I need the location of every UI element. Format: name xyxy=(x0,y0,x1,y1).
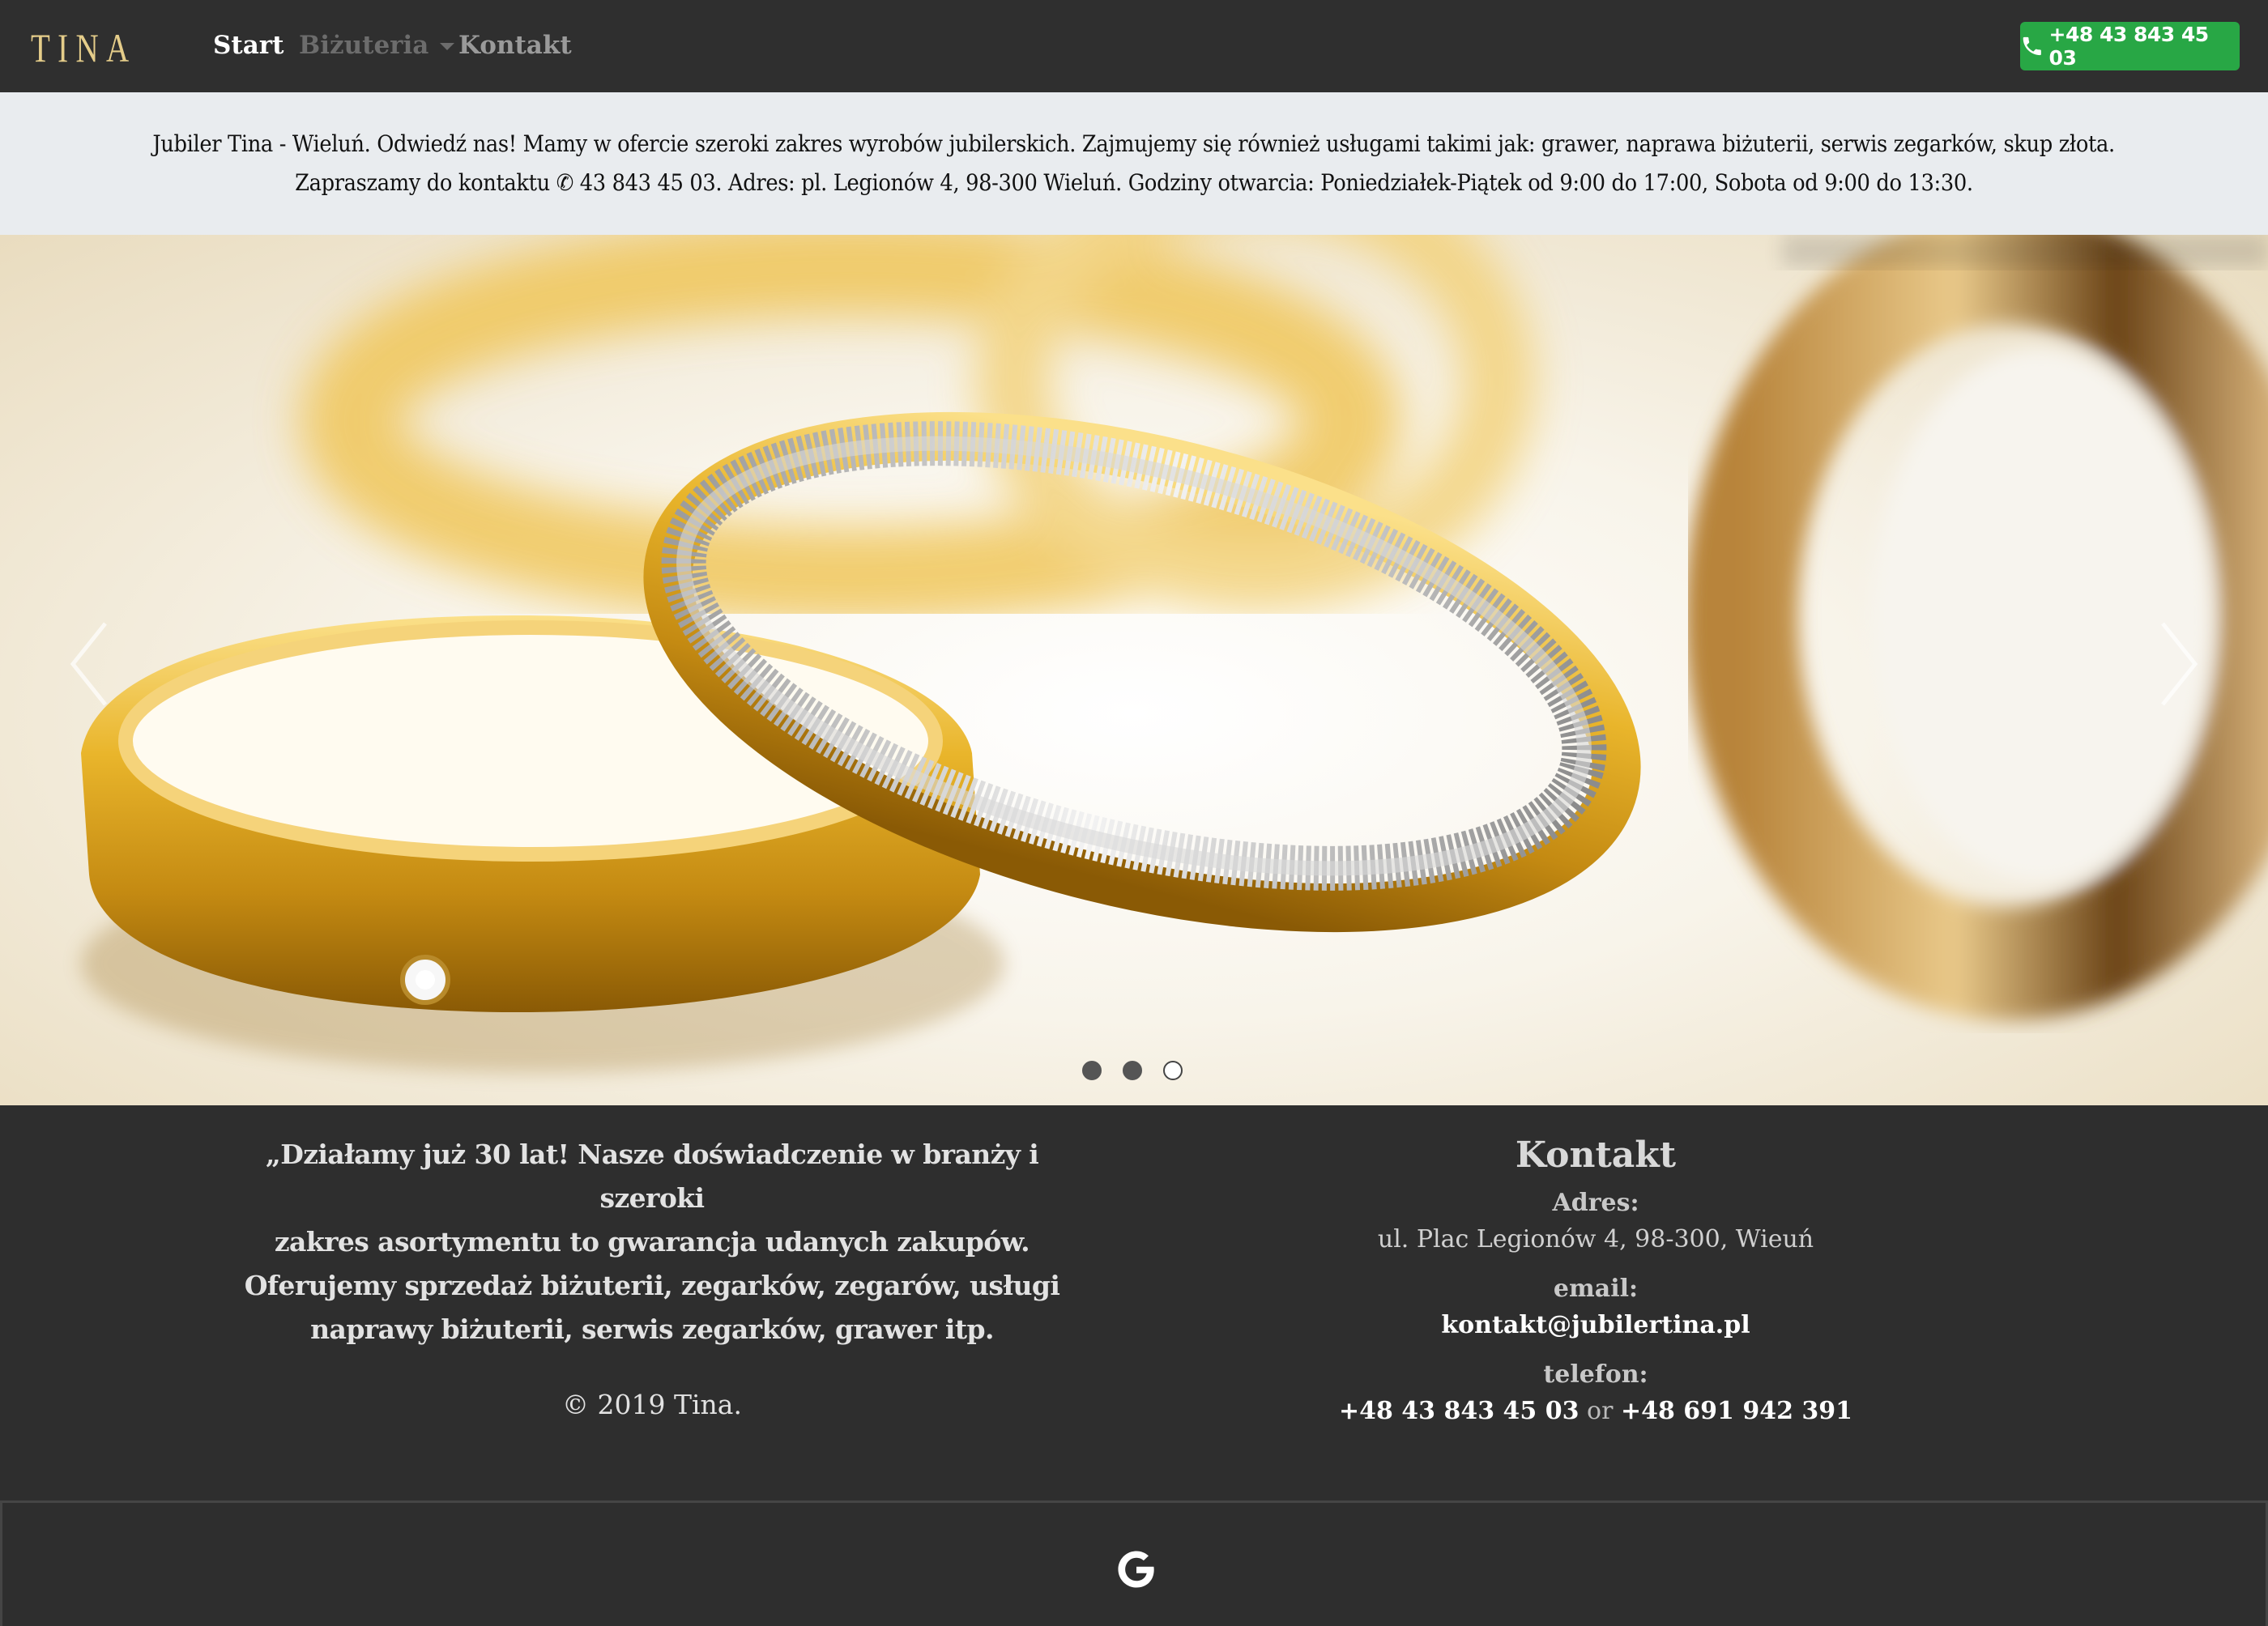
contact-section: Kontakt Adres: ul. Plac Legionów 4, 98-3… xyxy=(1272,1134,1920,1425)
info-jumbotron: Jubiler Tina - Wieluń. Odwiedź nas! Mamy… xyxy=(0,92,2268,235)
phone-label: telefon: xyxy=(1543,1360,1648,1389)
nav-link-start[interactable]: Start xyxy=(213,31,284,60)
dropdown-caret-icon xyxy=(440,43,455,50)
chevron-left-icon xyxy=(70,622,107,706)
about-line: naprawy biżuterii, serwis zegarków, graw… xyxy=(310,1313,994,1345)
address-value: ul. Plac Legionów 4, 98-300, Wieuń xyxy=(1377,1225,1814,1254)
phone-icon xyxy=(2023,36,2041,56)
nav-link-kontakt[interactable]: Kontakt xyxy=(458,31,572,60)
address-label: Adres: xyxy=(1552,1189,1639,1217)
top-navbar: TINA Start Biżuteria Kontakt +48 43 843 … xyxy=(0,0,2268,92)
copyright-text: © 2019 Tina. xyxy=(562,1389,742,1420)
carousel-indicator-1[interactable] xyxy=(1082,1061,1102,1080)
phone-button-label: +48 43 843 45 03 xyxy=(2048,23,2210,70)
info-text-line-2: Zapraszamy do kontaktu ✆ 43 843 45 03. A… xyxy=(295,169,1973,196)
phone-link-2[interactable]: +48 691 942 391 xyxy=(1621,1397,1852,1425)
phone-numbers: +48 43 843 45 03 or +48 691 942 391 xyxy=(1272,1397,1920,1425)
site-footer: „Działamy już 30 lat! Nasze doświadczeni… xyxy=(0,1105,2268,1500)
image-carousel xyxy=(0,235,2268,1105)
gold-wedding-rings-photo xyxy=(81,235,2268,1073)
carousel-next-button[interactable] xyxy=(2155,615,2203,713)
email-label: email: xyxy=(1553,1275,1639,1303)
contact-heading: Kontakt xyxy=(1515,1134,1677,1176)
about-text: „Działamy już 30 lat! Nasze doświadczeni… xyxy=(235,1133,1069,1351)
about-line: „Działamy już 30 lat! Nasze doświadczeni… xyxy=(265,1139,1039,1214)
carousel-prev-button[interactable] xyxy=(65,615,113,713)
email-link[interactable]: kontakt@jubilertina.pl xyxy=(1272,1311,1920,1339)
nav-link-bizuteria-label: Biżuteria xyxy=(299,31,429,60)
carousel-indicator-2[interactable] xyxy=(1123,1061,1142,1080)
bottom-bar xyxy=(0,1500,2268,1626)
phone-separator: or xyxy=(1579,1397,1621,1425)
carousel-indicators xyxy=(1082,1061,1183,1080)
carousel-indicator-3[interactable] xyxy=(1163,1061,1183,1080)
brand-logo[interactable]: TINA xyxy=(31,24,137,71)
google-icon[interactable] xyxy=(1115,1548,1157,1590)
chevron-right-icon xyxy=(2161,622,2198,706)
about-line: zakres asortymentu to gwarancja udanych … xyxy=(274,1226,1030,1258)
info-text-line-1: Jubiler Tina - Wieluń. Odwiedź nas! Mamy… xyxy=(152,130,2116,157)
phone-link-1[interactable]: +48 43 843 45 03 xyxy=(1339,1397,1580,1425)
nav-link-bizuteria[interactable]: Biżuteria xyxy=(299,31,455,60)
phone-call-button[interactable]: +48 43 843 45 03 xyxy=(2020,22,2240,70)
about-line: Oferujemy sprzedaż biżuterii, zegarków, … xyxy=(244,1270,1060,1301)
